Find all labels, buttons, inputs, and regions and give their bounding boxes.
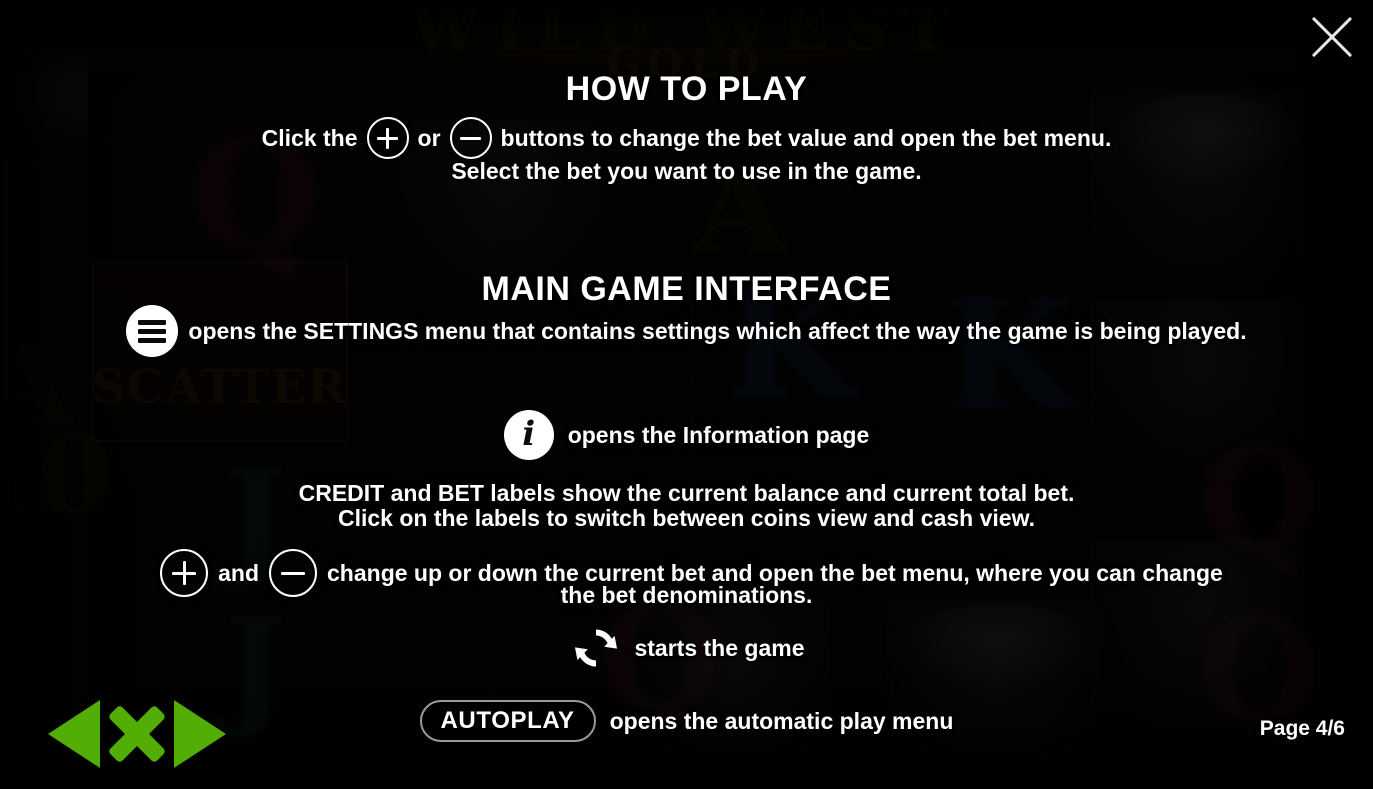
help-content: HOW TO PLAY Click the or buttons to chan…: [0, 0, 1373, 789]
how-to-play-title: HOW TO PLAY: [565, 70, 808, 108]
credit-bet-description-1: CREDIT and BET labels show the current b…: [298, 480, 1075, 506]
minus-circle-icon[interactable]: [449, 117, 492, 159]
bet-denominations-description: the bet denominations.: [560, 582, 813, 608]
bet-change-row-2: the bet denominations.: [0, 582, 1373, 609]
information-row: i opens the Information page: [0, 410, 1373, 460]
page-navigation: [48, 700, 226, 768]
plus-circle-icon[interactable]: [366, 117, 409, 159]
main-game-interface-title: MAIN GAME INTERFACE: [481, 270, 892, 308]
credit-bet-line-2: Click on the labels to switch between co…: [0, 505, 1373, 532]
settings-row: opens the SETTINGS menu that contains se…: [0, 305, 1373, 357]
close-icon[interactable]: [1301, 6, 1363, 68]
settings-description: opens the SETTINGS menu that contains se…: [188, 317, 1247, 344]
spin-description: starts the game: [634, 634, 805, 661]
spin-refresh-icon[interactable]: [568, 620, 624, 676]
credit-bet-description-2: Click on the labels to switch between co…: [337, 505, 1036, 531]
select-bet-description: Select the bet you want to use in the ga…: [451, 158, 922, 184]
previous-page-icon[interactable]: [48, 700, 100, 768]
how-to-play-line-1: Click the or buttons to change the bet v…: [0, 117, 1373, 159]
help-overlay-screen: WILD WEST GOLD Q J J A K K Q Q Q A 10 SC…: [0, 0, 1373, 789]
bet-buttons-description: buttons to change the bet value and open…: [500, 124, 1112, 151]
autoplay-button[interactable]: AUTOPLAY: [419, 700, 596, 742]
page-indicator: Page 4/6: [1259, 717, 1345, 740]
spin-row: starts the game: [0, 620, 1373, 676]
exit-icon[interactable]: [106, 702, 168, 766]
autoplay-description: opens the automatic play menu: [609, 707, 954, 734]
how-to-play-line-2: Select the bet you want to use in the ga…: [0, 158, 1373, 185]
credit-bet-line-1: CREDIT and BET labels show the current b…: [0, 480, 1373, 507]
hamburger-menu-icon[interactable]: [126, 305, 179, 357]
next-page-icon[interactable]: [174, 700, 226, 768]
or-label: or: [417, 124, 441, 151]
information-description: opens the Information page: [567, 421, 870, 448]
click-the-label: Click the: [261, 124, 358, 151]
info-icon[interactable]: i: [503, 410, 554, 460]
